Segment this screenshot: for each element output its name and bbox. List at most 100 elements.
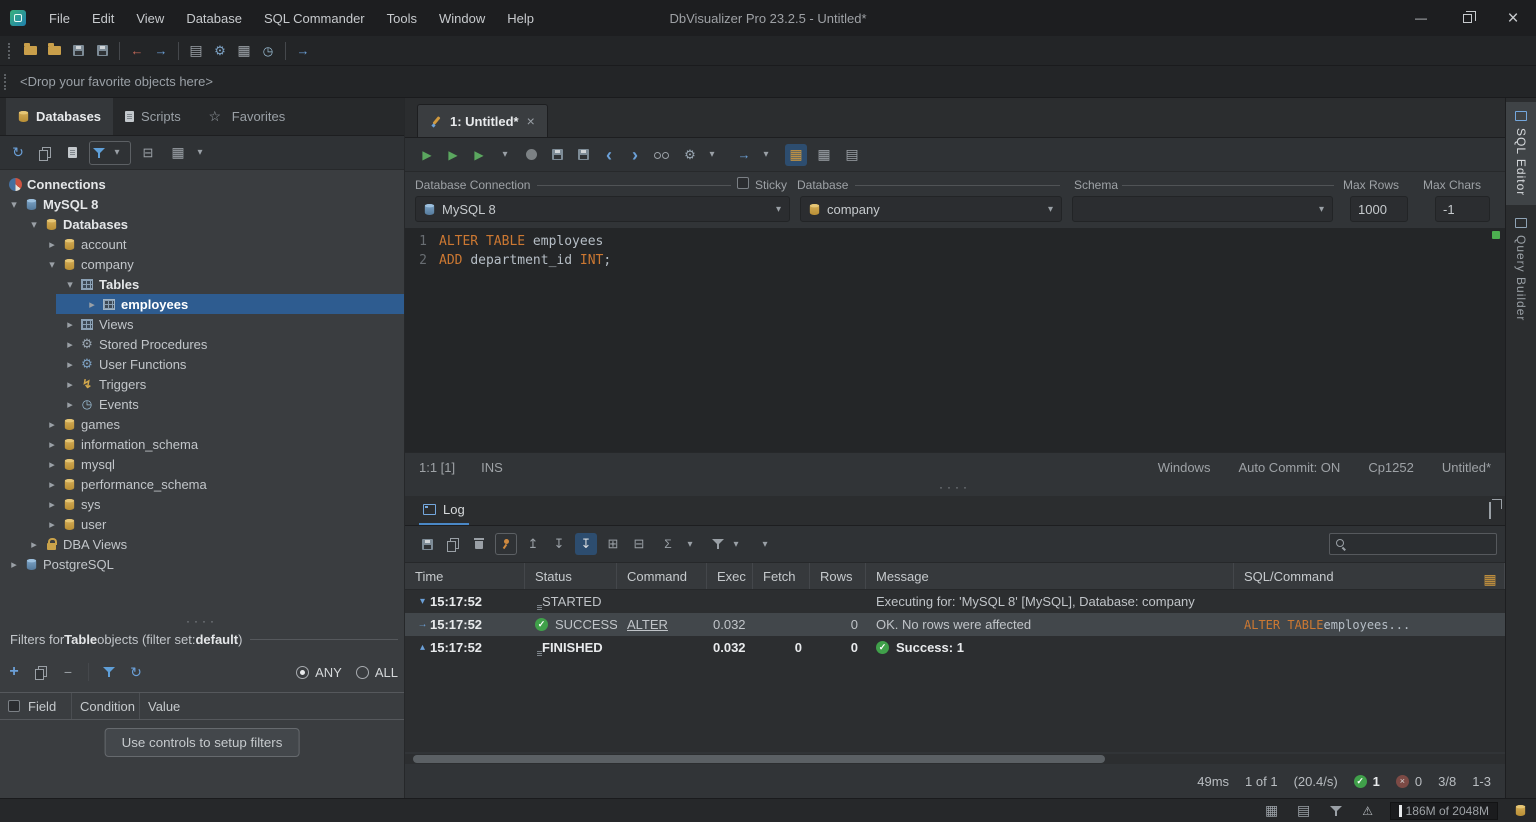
tree-item-postgresql[interactable]: PostgreSQL — [0, 554, 404, 574]
col-time[interactable]: Time — [405, 563, 525, 589]
export-settings-icon[interactable] — [151, 41, 171, 61]
expand-arrow-icon[interactable] — [26, 218, 42, 231]
menu-window[interactable]: Window — [428, 11, 496, 26]
tree-item-account[interactable]: account — [0, 234, 404, 254]
import-settings-icon[interactable] — [127, 41, 147, 61]
previous-statement-icon[interactable] — [599, 145, 619, 165]
filter-dropdown[interactable] — [89, 140, 131, 165]
col-rows[interactable]: Rows — [810, 563, 866, 589]
expand-arrow-icon[interactable] — [44, 258, 60, 271]
expand-arrow-icon[interactable] — [44, 478, 60, 491]
log-row-success[interactable]: 15:17:52 SUCCESS ALTER 0.032 0 OK. No ro… — [405, 613, 1505, 636]
tree-item-mysql8[interactable]: MySQL 8 — [0, 194, 404, 214]
sql-editor[interactable]: 1 ALTER TABLE employees 2 ADD department_i… — [405, 228, 1505, 452]
open-favorite-icon[interactable] — [44, 41, 64, 61]
scroll-to-bottom-icon[interactable] — [549, 534, 569, 554]
expand-rows-icon[interactable] — [603, 534, 623, 554]
log-row-finished[interactable]: 15:17:52 FINISHED 0.032 0 0 Success: 1 — [405, 636, 1505, 659]
execute-icon[interactable] — [417, 145, 437, 165]
table-data-icon[interactable] — [234, 41, 254, 61]
expand-arrow-icon[interactable] — [26, 538, 42, 551]
tree-item-databases[interactable]: Databases — [0, 214, 404, 234]
reload-filter-icon[interactable] — [126, 662, 146, 682]
add-filter-icon[interactable] — [4, 662, 24, 682]
scrollbar-thumb[interactable] — [413, 755, 1105, 763]
scroll-to-top-icon[interactable] — [523, 534, 543, 554]
expand-arrow-icon[interactable] — [62, 318, 78, 331]
save-sql-icon[interactable] — [547, 145, 567, 165]
expand-arrow-icon[interactable] — [44, 438, 60, 451]
tree-item-dba-views[interactable]: DBA Views — [0, 534, 404, 554]
expand-arrow-icon[interactable] — [84, 298, 100, 311]
maximize-button[interactable] — [1444, 0, 1490, 36]
tree-item-connections[interactable]: Connections — [0, 174, 404, 194]
line-ending-indicator[interactable]: Windows — [1158, 460, 1211, 475]
tools-dropdown[interactable] — [677, 144, 725, 166]
tab-sql-editor[interactable]: SQL Editor — [1506, 102, 1536, 206]
gc-database-icon[interactable] — [1510, 801, 1530, 821]
copy-filter-icon[interactable] — [31, 662, 51, 682]
save-as-icon[interactable] — [92, 41, 112, 61]
memory-indicator[interactable]: 186M of 2048M — [1389, 801, 1498, 820]
expand-arrow-icon[interactable] — [44, 458, 60, 471]
connection-dropdown[interactable]: MySQL 8 — [415, 196, 790, 222]
tree-item-user-functions[interactable]: User Functions — [0, 354, 404, 374]
col-exec[interactable]: Exec — [707, 563, 753, 589]
execute-current-icon[interactable] — [443, 145, 463, 165]
tree-options-dropdown[interactable] — [165, 142, 213, 164]
radio-all[interactable]: ALL — [355, 665, 398, 680]
scheduler-icon[interactable] — [258, 41, 278, 61]
col-sql-command[interactable]: SQL/Command — [1234, 563, 1505, 589]
tree-item-games[interactable]: games — [0, 414, 404, 434]
log-command-link[interactable]: ALTER — [627, 617, 668, 632]
execute-options-chevron-icon[interactable] — [495, 145, 515, 165]
open-object-icon[interactable] — [62, 143, 82, 163]
save-sql-as-icon[interactable] — [573, 145, 593, 165]
collapse-rows-icon[interactable] — [629, 534, 649, 554]
object-view-icon[interactable] — [186, 41, 206, 61]
tree-item-company[interactable]: company — [0, 254, 404, 274]
filter-status-icon[interactable] — [1326, 801, 1346, 821]
collapse-all-icon[interactable] — [138, 143, 158, 163]
row-expand-icon[interactable] — [415, 596, 430, 607]
tab-scripts[interactable]: Scripts — [113, 98, 193, 135]
show-result-grid-icon[interactable] — [813, 144, 835, 166]
filter-row-checkbox[interactable] — [8, 700, 20, 712]
tree-item-performance-schema[interactable]: performance_schema — [0, 474, 404, 494]
expand-arrow-icon[interactable] — [44, 238, 60, 251]
tree-item-information-schema[interactable]: information_schema — [0, 434, 404, 454]
sticky-checkbox[interactable] — [737, 177, 749, 189]
export-log-icon[interactable] — [417, 534, 437, 554]
tree-item-mysql[interactable]: mysql — [0, 454, 404, 474]
col-fetch[interactable]: Fetch — [753, 563, 810, 589]
show-editor-icon[interactable] — [785, 143, 807, 166]
schema-dropdown[interactable] — [1072, 196, 1333, 222]
tab-log[interactable]: Log — [419, 496, 469, 525]
bind-variables-icon[interactable] — [651, 145, 671, 165]
database-dropdown[interactable]: company — [800, 196, 1062, 222]
expand-arrow-icon[interactable] — [62, 358, 78, 371]
expand-arrow-icon[interactable] — [6, 198, 22, 211]
expand-arrow-icon[interactable] — [62, 378, 78, 391]
show-result-text-icon[interactable] — [841, 144, 863, 166]
tool-properties-icon[interactable] — [210, 41, 230, 61]
col-command[interactable]: Command — [617, 563, 707, 589]
column-settings-icon[interactable] — [1480, 569, 1500, 589]
minimize-button[interactable] — [1398, 0, 1444, 36]
expand-arrow-icon[interactable] — [62, 278, 78, 291]
col-status[interactable]: Status — [525, 563, 617, 589]
max-chars-input[interactable]: -1 — [1435, 196, 1490, 222]
menu-database[interactable]: Database — [175, 11, 253, 26]
col-message[interactable]: Message — [866, 563, 1234, 589]
clear-log-icon[interactable] — [469, 534, 489, 554]
tab-databases[interactable]: Databases — [6, 98, 114, 135]
radio-any[interactable]: ANY — [296, 665, 342, 680]
log-splitter[interactable]: ···· — [405, 481, 1505, 493]
grid-status-icon[interactable] — [1262, 801, 1282, 821]
tree-item-triggers[interactable]: Triggers — [0, 374, 404, 394]
menu-edit[interactable]: Edit — [81, 11, 125, 26]
tree-item-events[interactable]: Events — [0, 394, 404, 414]
close-tab-icon[interactable]: × — [527, 113, 535, 129]
goto-object-icon[interactable] — [293, 41, 313, 61]
copy-object-icon[interactable] — [35, 143, 55, 163]
